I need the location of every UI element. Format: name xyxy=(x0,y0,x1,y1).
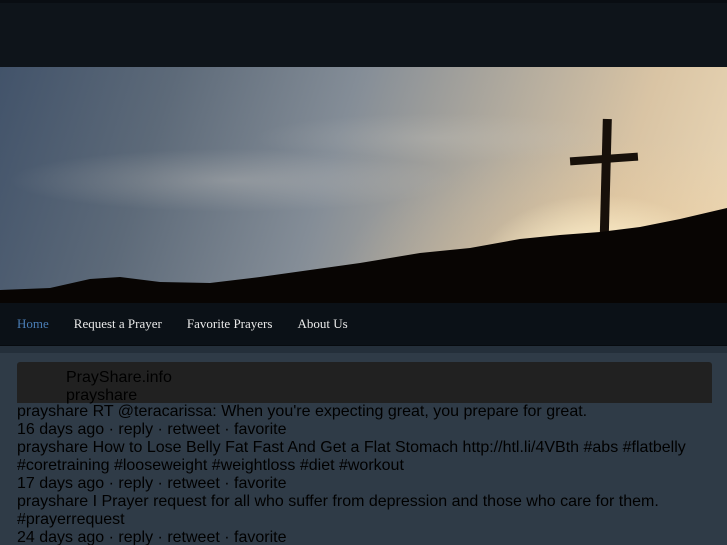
tweet-meta: 24 days ago · reply · retweet · favorite xyxy=(17,529,287,545)
tweet-timestamp: 17 days ago xyxy=(17,475,105,492)
tweet-row: prayshare RT @teracarissa: When you're e… xyxy=(17,403,712,439)
nav-item-about-us[interactable]: About Us xyxy=(297,316,347,332)
tweet-text-segment: : When you're expecting great, you prepa… xyxy=(212,403,588,420)
mention-link[interactable]: teracarissa xyxy=(134,403,212,420)
tweet-avatar xyxy=(11,7,37,33)
tweet-text: prayshare How to Lose Belly Fat Fast And… xyxy=(17,439,686,474)
reply-link[interactable]: reply xyxy=(118,421,153,438)
username-link[interactable]: prayshare xyxy=(17,493,88,510)
hero-image xyxy=(0,67,727,303)
tweet-row: prayshare I Prayer request for all who s… xyxy=(17,493,712,545)
reply-link[interactable]: reply xyxy=(118,529,153,545)
tweet-meta: 17 days ago · reply · retweet · favorite xyxy=(17,475,287,492)
cross-hill-silhouette xyxy=(0,118,727,303)
tweet-text: prayshare I Prayer request for all who s… xyxy=(17,493,659,528)
username-link[interactable]: prayshare xyxy=(17,439,88,456)
tweet-meta: 16 days ago · reply · retweet · favorite xyxy=(17,421,287,438)
retweet-link[interactable]: retweet xyxy=(167,529,219,545)
nav-item-home[interactable]: Home xyxy=(17,316,49,332)
tweet-text-segment: I Prayer request for all who suffer from… xyxy=(88,493,659,510)
widget-username[interactable]: prayshare xyxy=(66,387,712,405)
favorite-link[interactable]: favorite xyxy=(234,421,286,438)
username-link[interactable]: prayshare xyxy=(17,403,88,420)
hashtag-link[interactable]: #prayerrequest xyxy=(17,511,125,528)
tweet-list: prayshare RT @teracarissa: When you're e… xyxy=(17,403,712,545)
tweet-text-segment: How to Lose Belly Fat Fast And Get a Fla… xyxy=(88,439,463,456)
profile-avatar xyxy=(28,369,54,395)
favorite-link[interactable]: favorite xyxy=(234,529,286,545)
site-header xyxy=(0,0,727,67)
tweet-text-segment: RT @ xyxy=(88,403,135,420)
retweet-link[interactable]: retweet xyxy=(167,421,219,438)
main-nav: Home Request a Prayer Favorite Prayers A… xyxy=(0,303,727,346)
reply-link[interactable]: reply xyxy=(118,475,153,492)
nav-item-request-a-prayer[interactable]: Request a Prayer xyxy=(74,316,162,332)
favorite-link[interactable]: favorite xyxy=(234,475,286,492)
retweet-link[interactable]: retweet xyxy=(167,475,219,492)
tweet-timestamp: 16 days ago xyxy=(17,421,105,438)
twitter-feed-widget: PrayShare.info prayshare prayshare RT @t… xyxy=(17,362,712,545)
page-body: PrayShare.info prayshare prayshare RT @t… xyxy=(0,346,727,545)
nav-item-favorite-prayers[interactable]: Favorite Prayers xyxy=(187,316,273,332)
twitter-widget-header: PrayShare.info prayshare xyxy=(17,362,712,405)
tweet-row: prayshare How to Lose Belly Fat Fast And… xyxy=(17,439,712,493)
widget-title: PrayShare.info xyxy=(66,369,172,386)
tweet-text: prayshare RT @teracarissa: When you're e… xyxy=(17,403,587,420)
tweet-timestamp: 24 days ago xyxy=(17,529,105,545)
